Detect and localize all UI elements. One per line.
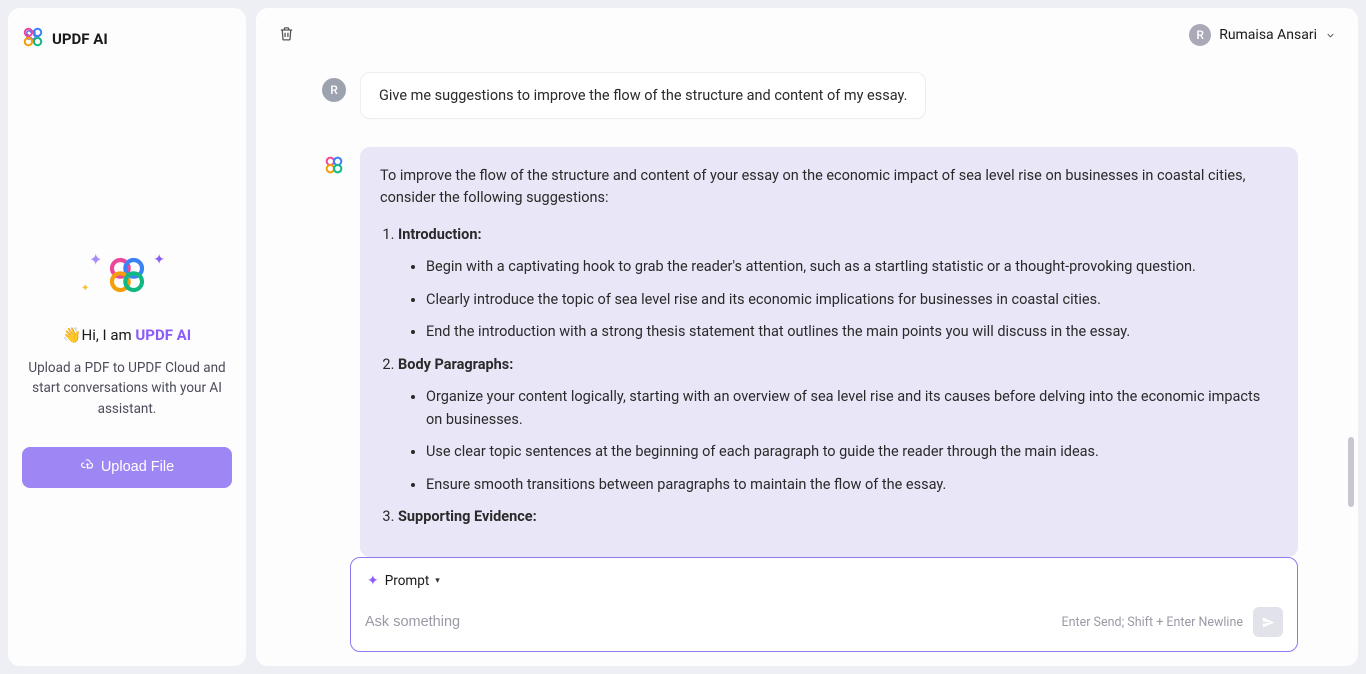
ai-bullet-item: End the introduction with a strong thesi… bbox=[426, 321, 1278, 343]
sidebar-header: UPDF AI bbox=[22, 26, 232, 52]
prompt-selector[interactable]: ✦ Prompt ▾ bbox=[367, 573, 440, 589]
ai-bullet-item: Clearly introduce the topic of sea level… bbox=[426, 289, 1278, 311]
ai-section-title: Introduction: bbox=[398, 226, 482, 243]
delete-button[interactable] bbox=[278, 25, 295, 45]
ai-section-item: Introduction: Begin with a captivating ho… bbox=[398, 224, 1278, 344]
ai-bullet-item: Use clear topic sentences at the beginni… bbox=[426, 441, 1278, 463]
ai-bullet-list: Begin with a captivating hook to grab th… bbox=[398, 256, 1278, 343]
user-msg-avatar: R bbox=[322, 78, 346, 102]
ai-bullet-item: Begin with a captivating hook to grab th… bbox=[426, 256, 1278, 278]
user-name: Rumaisa Ansari bbox=[1219, 27, 1317, 43]
ai-intro-text: To improve the flow of the structure and… bbox=[380, 165, 1278, 210]
dropdown-triangle-icon: ▾ bbox=[435, 576, 440, 586]
ai-bullet-item: Ensure smooth transitions between paragr… bbox=[426, 474, 1278, 496]
composer-wrap: ✦ Prompt ▾ Enter Send; Shift + Enter New… bbox=[256, 557, 1358, 666]
ai-section-item: Body Paragraphs: Organize your content lo… bbox=[398, 354, 1278, 496]
greeting-brand: UPDF AI bbox=[135, 326, 191, 344]
sidebar-description: Upload a PDF to UPDF Cloud and start con… bbox=[28, 358, 226, 419]
upload-file-button[interactable]: Upload File bbox=[22, 447, 232, 488]
chat-scroll[interactable]: R Give me suggestions to improve the flo… bbox=[322, 56, 1298, 557]
ai-section-title: Body Paragraphs: bbox=[398, 356, 513, 373]
trash-icon bbox=[278, 25, 295, 42]
user-avatar: R bbox=[1189, 24, 1211, 46]
main-panel: R Rumaisa Ansari R Give me suggestions t… bbox=[256, 8, 1358, 666]
prompt-label: Prompt bbox=[385, 573, 430, 589]
ai-section-title: Supporting Evidence: bbox=[398, 508, 537, 525]
ai-bullet-item: Organize your content logically, startin… bbox=[426, 386, 1278, 431]
ai-logo-icon bbox=[323, 154, 345, 176]
cloud-upload-icon bbox=[80, 458, 95, 477]
sidebar-content: ✦ ✦ ✦ 👋Hi, I am UPDF AI Upload a PDF to … bbox=[22, 92, 232, 648]
greeting-text: 👋Hi, I am UPDF AI bbox=[63, 326, 191, 344]
sparkle-small-icon: ✦ bbox=[367, 573, 379, 589]
user-message-row: R Give me suggestions to improve the flo… bbox=[322, 72, 1298, 119]
input-hint: Enter Send; Shift + Enter Newline bbox=[1062, 615, 1244, 630]
chat-area: R Give me suggestions to improve the flo… bbox=[256, 56, 1358, 557]
user-message-bubble: Give me suggestions to improve the flow … bbox=[360, 72, 926, 119]
upload-file-label: Upload File bbox=[101, 459, 174, 475]
sparkle-icon: ✦ bbox=[89, 250, 102, 269]
user-menu[interactable]: R Rumaisa Ansari bbox=[1189, 24, 1336, 46]
scrollbar-thumb[interactable] bbox=[1348, 437, 1354, 507]
logo-large-icon bbox=[107, 255, 147, 299]
greeting-prefix: 👋Hi, I am bbox=[63, 326, 136, 344]
ai-section-item: Supporting Evidence: bbox=[398, 506, 1278, 528]
sparkle-icon: ✦ bbox=[81, 283, 89, 294]
logo-small-icon bbox=[22, 26, 44, 52]
app-title: UPDF AI bbox=[52, 30, 108, 48]
ai-message-bubble: To improve the flow of the structure and… bbox=[360, 147, 1298, 557]
logo-large-wrap: ✦ ✦ ✦ bbox=[77, 252, 177, 302]
sparkle-icon: ✦ bbox=[153, 252, 165, 268]
composer: ✦ Prompt ▾ Enter Send; Shift + Enter New… bbox=[350, 557, 1298, 652]
sidebar: UPDF AI ✦ ✦ ✦ 👋Hi, I am UPDF AI Upload a… bbox=[8, 8, 246, 666]
ai-bullet-list: Organize your content logically, startin… bbox=[398, 386, 1278, 496]
message-input[interactable] bbox=[365, 614, 1052, 630]
ai-message-row: To improve the flow of the structure and… bbox=[322, 147, 1298, 557]
chevron-down-icon bbox=[1325, 30, 1336, 41]
ai-sections-list: Introduction: Begin with a captivating ho… bbox=[380, 224, 1278, 529]
main-header: R Rumaisa Ansari bbox=[256, 8, 1358, 56]
send-icon bbox=[1261, 615, 1276, 630]
send-button[interactable] bbox=[1253, 607, 1283, 637]
ai-msg-avatar bbox=[322, 153, 346, 177]
composer-input-row: Enter Send; Shift + Enter Newline bbox=[365, 607, 1283, 637]
